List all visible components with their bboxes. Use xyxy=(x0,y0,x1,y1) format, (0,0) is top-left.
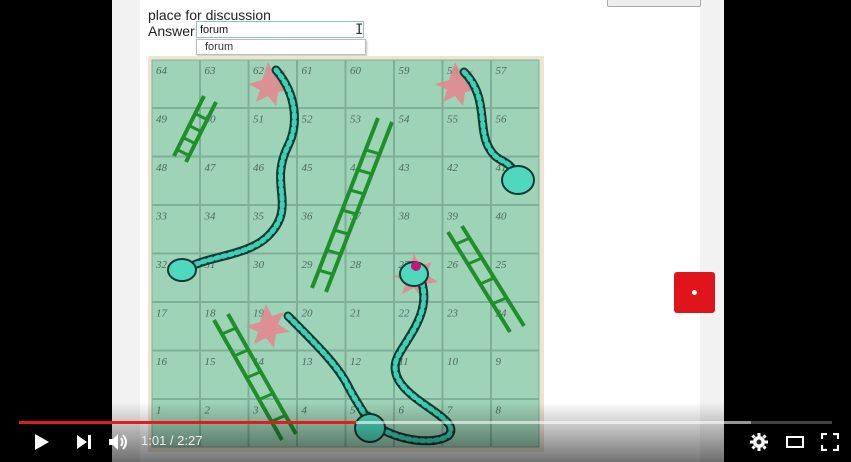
tile-number: 30 xyxy=(252,259,265,271)
tile-number: 55 xyxy=(447,114,459,126)
board-graphic: 6463626160595857495051525354555648474645… xyxy=(151,59,540,448)
volume-button[interactable] xyxy=(107,430,131,454)
tile-number: 54 xyxy=(399,114,411,126)
tile-number: 33 xyxy=(155,211,168,223)
tile-number: 38 xyxy=(398,211,411,223)
tile-number: 64 xyxy=(156,65,168,77)
tile-number: 57 xyxy=(496,65,508,77)
tile-number: 63 xyxy=(205,65,217,77)
tile-number: 47 xyxy=(205,162,217,174)
time-display: 1:01 / 2:27 xyxy=(141,433,202,448)
tile-number: 60 xyxy=(350,65,362,77)
tile-number: 46 xyxy=(253,162,265,174)
current-time: 1:01 xyxy=(141,433,167,448)
tile-number: 12 xyxy=(350,356,362,368)
tile-number: 48 xyxy=(156,162,168,174)
tile-number: 23 xyxy=(447,308,459,320)
tile-number: 21 xyxy=(350,308,361,320)
tile-number: 52 xyxy=(302,114,314,126)
fullscreen-icon xyxy=(821,433,839,451)
settings-button[interactable] xyxy=(747,430,771,454)
tile-number: 20 xyxy=(302,308,314,320)
volume-icon xyxy=(109,434,127,450)
tile-number: 13 xyxy=(302,356,314,368)
progress-played xyxy=(19,421,357,424)
tile-number: 15 xyxy=(205,356,217,368)
tile-number: 59 xyxy=(399,65,411,77)
tile-number: 62 xyxy=(253,65,265,77)
snake-head xyxy=(501,165,535,195)
tile-number: 49 xyxy=(156,114,168,126)
tile-number: 18 xyxy=(205,308,217,320)
snakes-and-ladders-board: 6463626160595857495051525354555648474645… xyxy=(148,56,544,452)
tile-number: 45 xyxy=(302,162,314,174)
tile-number: 9 xyxy=(496,356,502,368)
theater-mode-button[interactable] xyxy=(783,430,807,454)
text-cursor-icon: I xyxy=(355,22,364,38)
duration: 2:27 xyxy=(177,433,203,448)
theater-mode-icon xyxy=(786,436,804,448)
next-button[interactable] xyxy=(72,430,96,454)
tile-number: 34 xyxy=(204,211,217,223)
tile-number: 42 xyxy=(447,162,459,174)
tile-number: 61 xyxy=(302,65,313,77)
tile-number: 17 xyxy=(156,308,168,320)
video-player[interactable]: place for discussion Answer: forum I for… xyxy=(0,0,851,462)
time-separator: / xyxy=(166,433,178,448)
tile-number: 51 xyxy=(253,114,264,126)
snake-head xyxy=(167,258,197,282)
tile-number: 32 xyxy=(155,259,168,271)
dice-button[interactable] xyxy=(674,272,715,313)
tile-number: 16 xyxy=(156,356,168,368)
gear-icon xyxy=(750,433,768,451)
autocomplete-suggestion[interactable]: forum xyxy=(196,39,366,55)
tile-number: 39 xyxy=(446,211,459,223)
tile-number: 53 xyxy=(350,114,362,126)
tile-number: 28 xyxy=(350,259,362,271)
play-icon xyxy=(35,434,49,450)
dice-pip xyxy=(692,290,697,295)
tile-number: 35 xyxy=(252,211,265,223)
answer-input[interactable]: forum xyxy=(196,21,364,38)
tile-number: 26 xyxy=(447,259,459,271)
tile-number: 29 xyxy=(302,259,314,271)
top-button xyxy=(607,0,701,7)
tile-number: 25 xyxy=(496,259,508,271)
next-icon xyxy=(77,435,91,449)
tile-number: 36 xyxy=(301,211,314,223)
tile-number: 22 xyxy=(399,308,411,320)
tile-number: 43 xyxy=(399,162,411,174)
tile-number: 10 xyxy=(447,356,459,368)
progress-bar[interactable] xyxy=(19,421,832,424)
tile-number: 56 xyxy=(496,114,508,126)
snake-eye xyxy=(411,261,421,271)
tile-number: 40 xyxy=(496,211,508,223)
play-button[interactable] xyxy=(30,430,54,454)
fullscreen-button[interactable] xyxy=(818,430,842,454)
answer-label: Answer: xyxy=(148,23,199,39)
